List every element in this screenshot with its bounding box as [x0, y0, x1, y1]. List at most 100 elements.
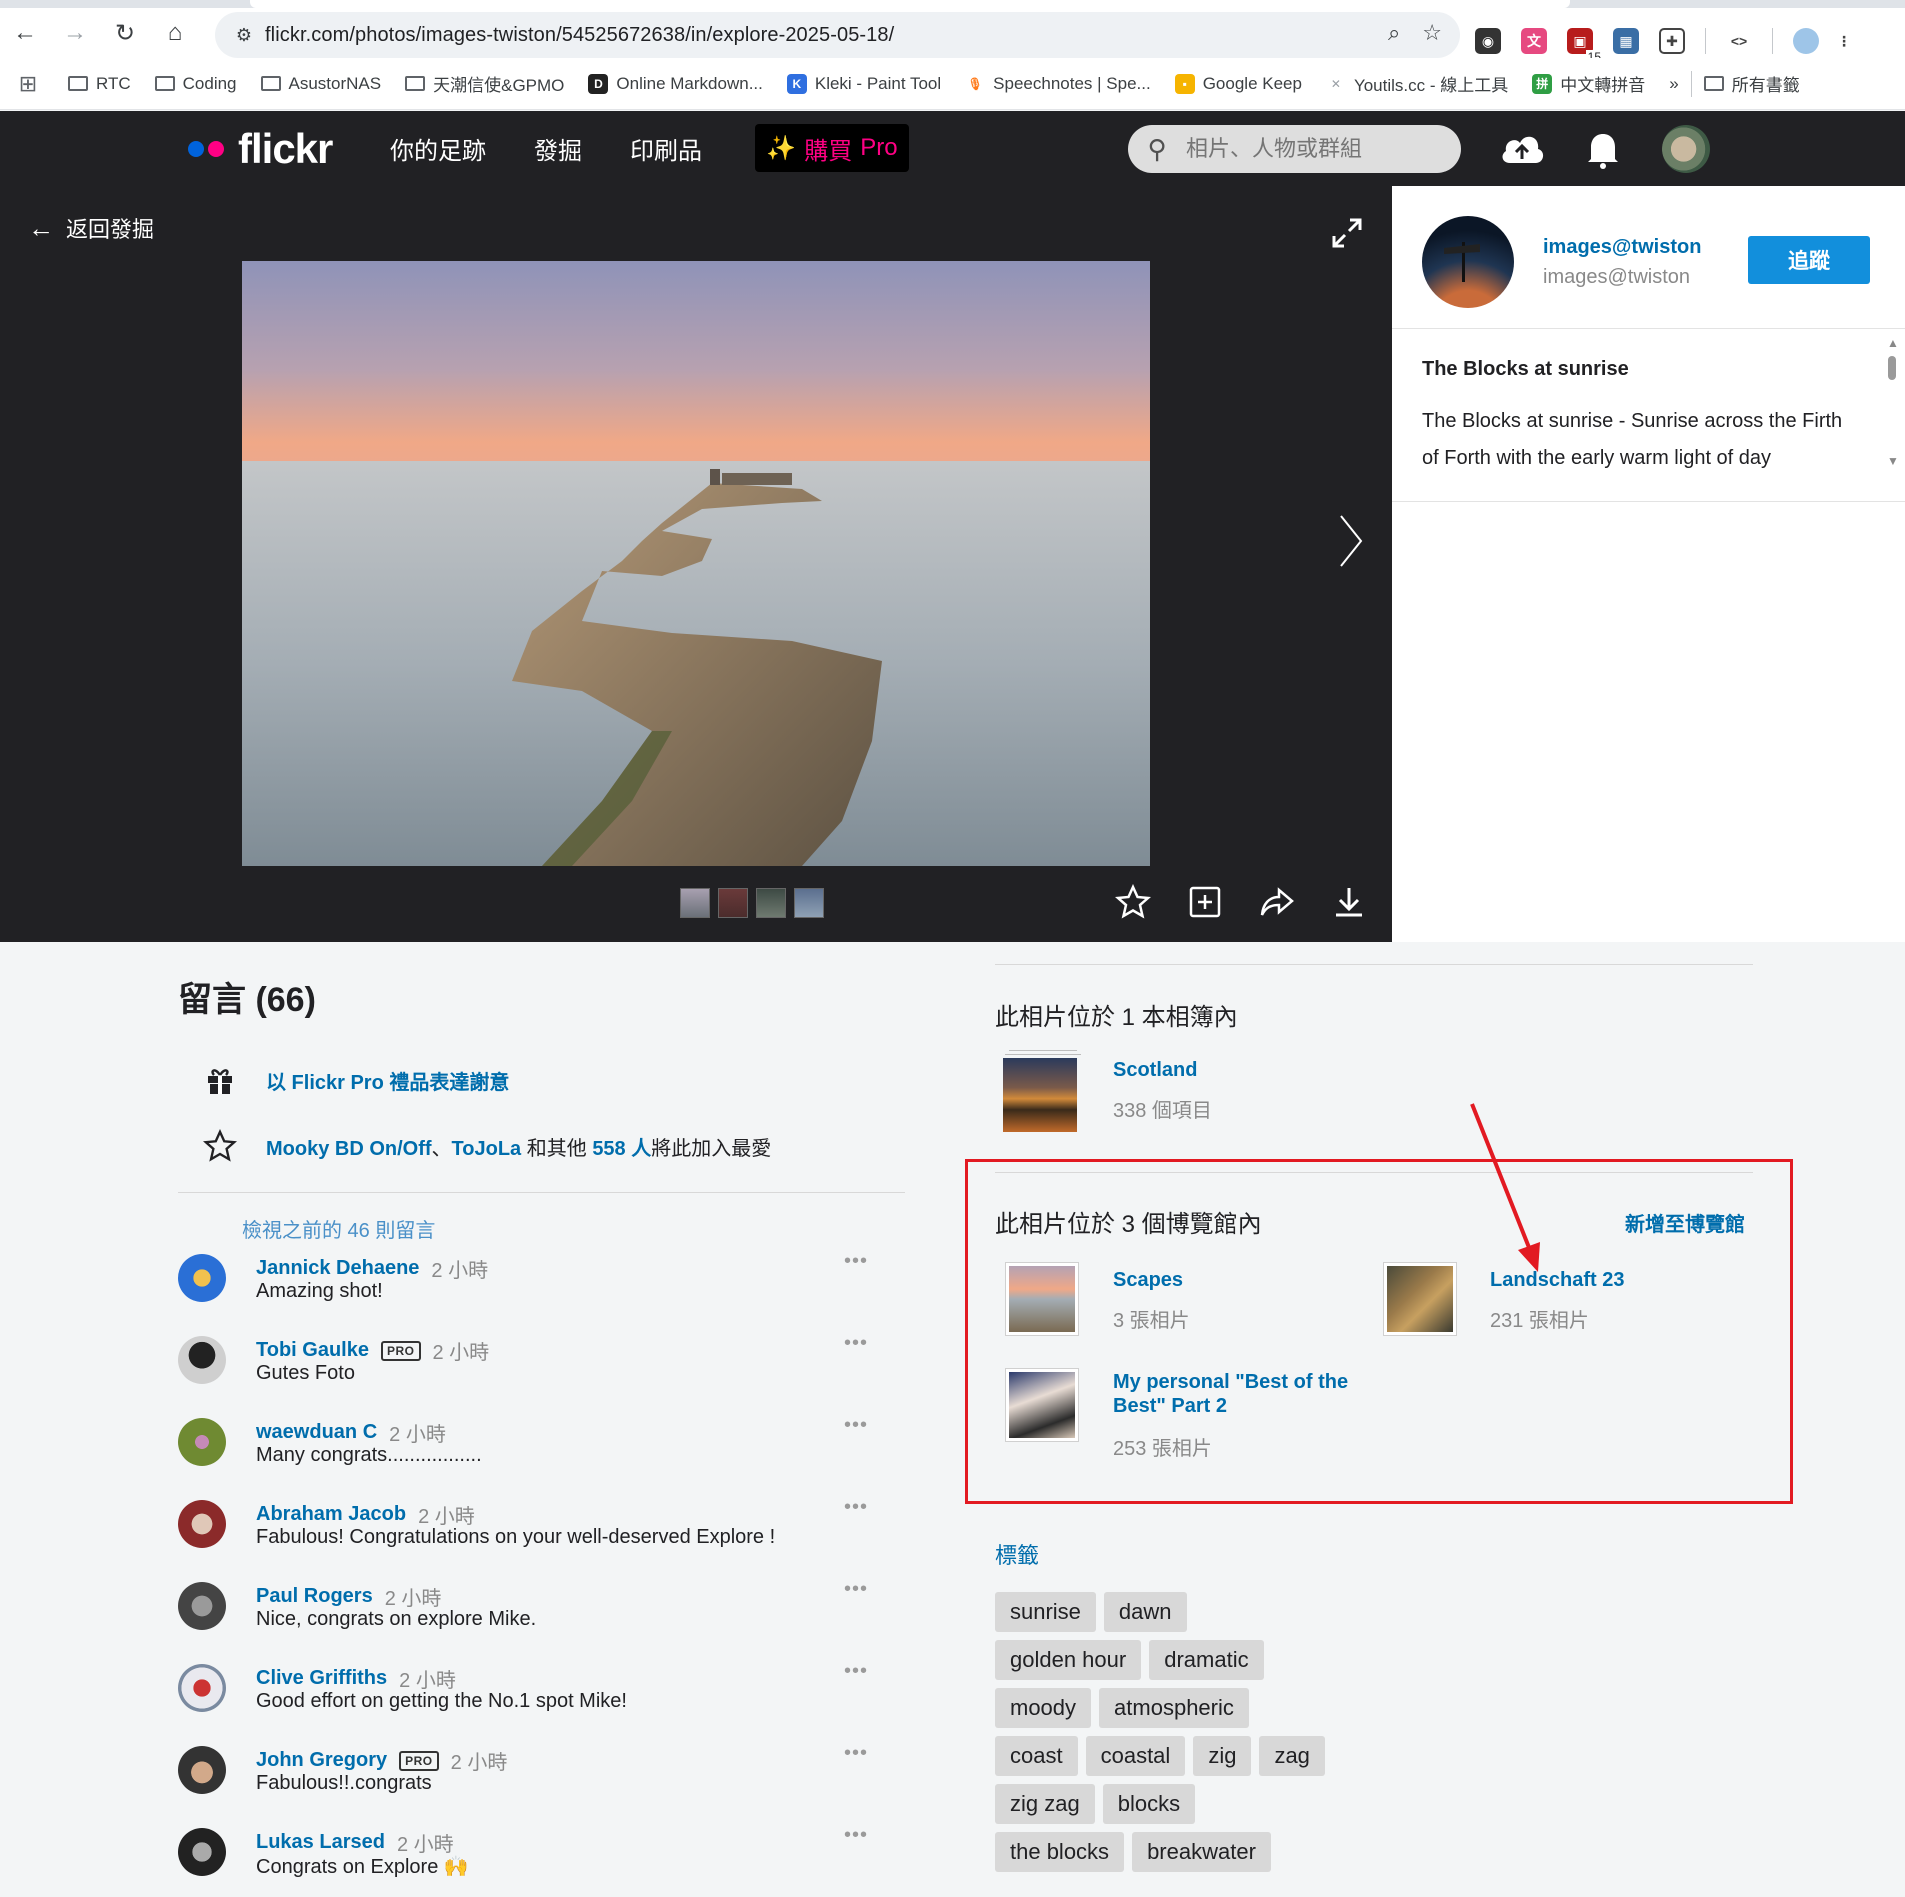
home-icon[interactable]: ⌂ [150, 8, 200, 58]
zoom-icon[interactable]: ⌕ [1388, 20, 1400, 46]
next-photo-chevron-icon[interactable] [1336, 511, 1366, 571]
back-arrow-icon[interactable]: ← [0, 8, 50, 58]
flickr-search[interactable]: ⚲ [1128, 125, 1461, 173]
tag[interactable]: zig [1193, 1736, 1252, 1776]
gift-pro-link[interactable]: 以 Flickr Pro 禮品表達謝意 [266, 1066, 509, 1095]
comment-author-link[interactable]: John Gregory [256, 1749, 387, 1772]
owner-name-link[interactable]: images@twiston [1543, 236, 1701, 259]
view-previous-comments-link[interactable]: 檢視之前的 46 則留言 [242, 1214, 435, 1243]
apps-grid-icon[interactable]: ⊞ [0, 71, 56, 97]
tag[interactable]: golden hour [995, 1640, 1142, 1680]
buy-pro-button[interactable]: ✨ 購買 Pro [755, 124, 909, 172]
fav-count-link[interactable]: 558 人 [592, 1138, 651, 1160]
bookmark-youtils[interactable]: ✕ Youtils.cc - 線上工具 [1314, 71, 1520, 96]
album-thumbnail[interactable] [1003, 1058, 1077, 1132]
user-avatar[interactable] [1662, 125, 1710, 173]
tag[interactable]: coast [995, 1736, 1078, 1776]
bookmark-pinyin[interactable]: 拼中文轉拼音 [1520, 71, 1657, 96]
tag[interactable]: zag [1259, 1736, 1325, 1776]
tag[interactable]: coastal [1085, 1736, 1186, 1776]
owner-avatar[interactable] [1422, 216, 1514, 308]
flickr-logo[interactable]: flickr [188, 125, 333, 173]
comment-avatar[interactable] [178, 1664, 226, 1712]
comment-avatar[interactable] [178, 1746, 226, 1794]
favorite-star-icon[interactable] [1115, 884, 1151, 920]
nav-prints[interactable]: 印刷品 [630, 131, 702, 166]
bookmark-online-markdown[interactable]: D Online Markdown... [576, 73, 774, 94]
description-scrollbar[interactable]: ▲ ▼ [1885, 336, 1899, 472]
tag[interactable]: blocks [1102, 1784, 1196, 1824]
scroll-up-arrow-icon[interactable]: ▲ [1887, 336, 1899, 350]
tag[interactable]: breakwater [1132, 1832, 1271, 1872]
notification-bell-icon[interactable] [1585, 129, 1621, 169]
bookmark-speechnotes[interactable]: 🎙 Speechnotes | Spe... [953, 74, 1163, 94]
extension-calendar-icon[interactable]: ▣ 15 [1567, 28, 1603, 64]
download-icon[interactable] [1331, 884, 1367, 920]
tag[interactable]: the blocks [995, 1832, 1125, 1872]
forward-arrow-icon[interactable]: → [50, 8, 100, 58]
more-options-icon[interactable]: ••• [844, 1660, 868, 1683]
comment-avatar[interactable] [178, 1336, 226, 1384]
add-to-gallery-icon[interactable] [1187, 884, 1223, 920]
comment-avatar[interactable] [178, 1582, 226, 1630]
scroll-down-arrow-icon[interactable]: ▼ [1887, 454, 1899, 468]
share-arrow-icon[interactable] [1259, 884, 1295, 920]
comment-avatar[interactable] [178, 1500, 226, 1548]
fav-user-link[interactable]: Mooky BD On/Off [266, 1138, 432, 1160]
bookmark-folder-all[interactable]: 所有書籤 [1692, 71, 1812, 96]
bookmark-folder-rtc[interactable]: RTC [56, 74, 143, 94]
upload-cloud-icon[interactable] [1498, 129, 1546, 169]
nav-explore[interactable]: 發掘 [534, 131, 582, 166]
scroll-thumb[interactable] [1888, 356, 1896, 380]
thumbnail[interactable] [718, 888, 748, 918]
more-options-icon[interactable]: ••• [844, 1578, 868, 1601]
bookmark-folder-gpmo[interactable]: 天潮信使&GPMO [393, 71, 576, 96]
devtools-code-icon[interactable]: <> [1726, 28, 1752, 54]
tag[interactable]: sunrise [995, 1592, 1096, 1632]
bookmarks-overflow-button[interactable]: » [1657, 74, 1690, 94]
tag[interactable]: dramatic [1149, 1640, 1264, 1680]
more-options-icon[interactable]: ••• [844, 1742, 868, 1765]
bookmark-kleki[interactable]: K Kleki - Paint Tool [775, 73, 953, 94]
album-link-scotland[interactable]: Scotland [1113, 1058, 1197, 1082]
comment-author-link[interactable]: waewduan C [256, 1421, 377, 1444]
thumbnail[interactable] [680, 888, 710, 918]
address-bar[interactable]: ⚙ flickr.com/photos/images-twiston/54525… [215, 12, 1460, 58]
more-options-icon[interactable]: ••• [844, 1414, 868, 1437]
site-settings-icon[interactable]: ⚙ [223, 25, 265, 46]
tag[interactable]: moody [995, 1688, 1092, 1728]
profile-avatar-icon[interactable] [1793, 28, 1819, 54]
comment-author-link[interactable]: Abraham Jacob [256, 1503, 406, 1526]
tag[interactable]: atmospheric [1099, 1688, 1249, 1728]
main-photo[interactable] [242, 261, 1150, 866]
browser-menu-icon[interactable]: ⋮ [1837, 28, 1851, 54]
tag[interactable]: zig zag [995, 1784, 1095, 1824]
thumbnail[interactable] [794, 888, 824, 918]
comment-avatar[interactable] [178, 1828, 226, 1876]
more-options-icon[interactable]: ••• [844, 1332, 868, 1355]
comment-author-link[interactable]: Lukas Larsed [256, 1831, 385, 1854]
comment-avatar[interactable] [178, 1418, 226, 1466]
comment-author-link[interactable]: Clive Griffiths [256, 1667, 387, 1690]
extension-spy-icon[interactable]: ◉ [1475, 28, 1501, 54]
extension-translate-icon[interactable]: 文 [1521, 28, 1547, 54]
follow-button[interactable]: 追蹤 [1748, 236, 1870, 284]
more-options-icon[interactable]: ••• [844, 1496, 868, 1519]
comment-avatar[interactable] [178, 1254, 226, 1302]
url-text[interactable]: flickr.com/photos/images-twiston/5452567… [265, 24, 894, 47]
tag[interactable]: dawn [1103, 1592, 1187, 1632]
thumbnail[interactable] [756, 888, 786, 918]
bookmark-folder-asustornas[interactable]: AsustorNAS [249, 74, 394, 94]
comment-author-link[interactable]: Jannick Dehaene [256, 1257, 419, 1280]
bookmark-star-icon[interactable]: ☆ [1422, 20, 1442, 46]
comment-author-link[interactable]: Tobi Gaulke [256, 1339, 369, 1362]
bookmark-folder-coding[interactable]: Coding [143, 74, 249, 94]
nav-you[interactable]: 你的足跡 [390, 131, 486, 166]
search-input[interactable] [1186, 136, 1436, 162]
fullscreen-expand-icon[interactable] [1330, 216, 1364, 250]
fav-user-link[interactable]: ToJoLa [452, 1138, 522, 1160]
back-to-explore-link[interactable]: ← 返回發掘 [28, 212, 154, 244]
more-options-icon[interactable]: ••• [844, 1824, 868, 1847]
extension-grid-icon[interactable]: ▦ [1613, 28, 1639, 54]
bookmark-google-keep[interactable]: ▪ Google Keep [1163, 73, 1314, 94]
